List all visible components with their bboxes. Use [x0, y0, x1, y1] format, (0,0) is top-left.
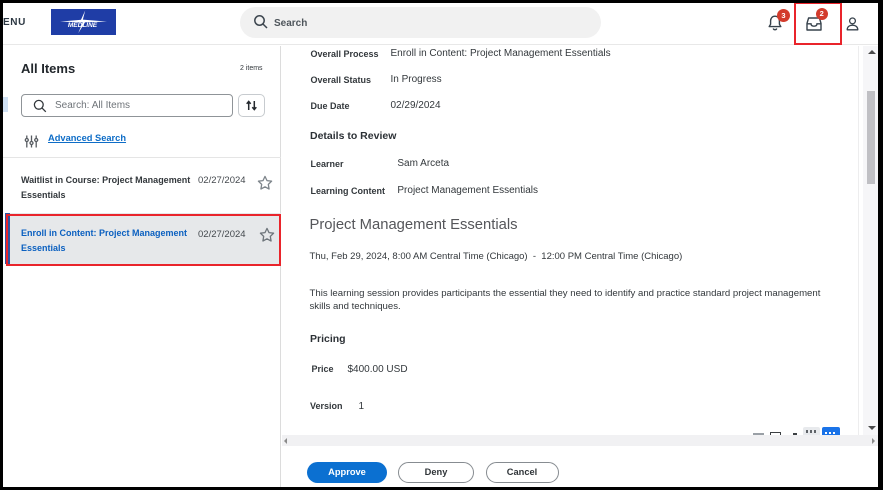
svg-text:MEDLINE: MEDLINE	[68, 22, 98, 29]
